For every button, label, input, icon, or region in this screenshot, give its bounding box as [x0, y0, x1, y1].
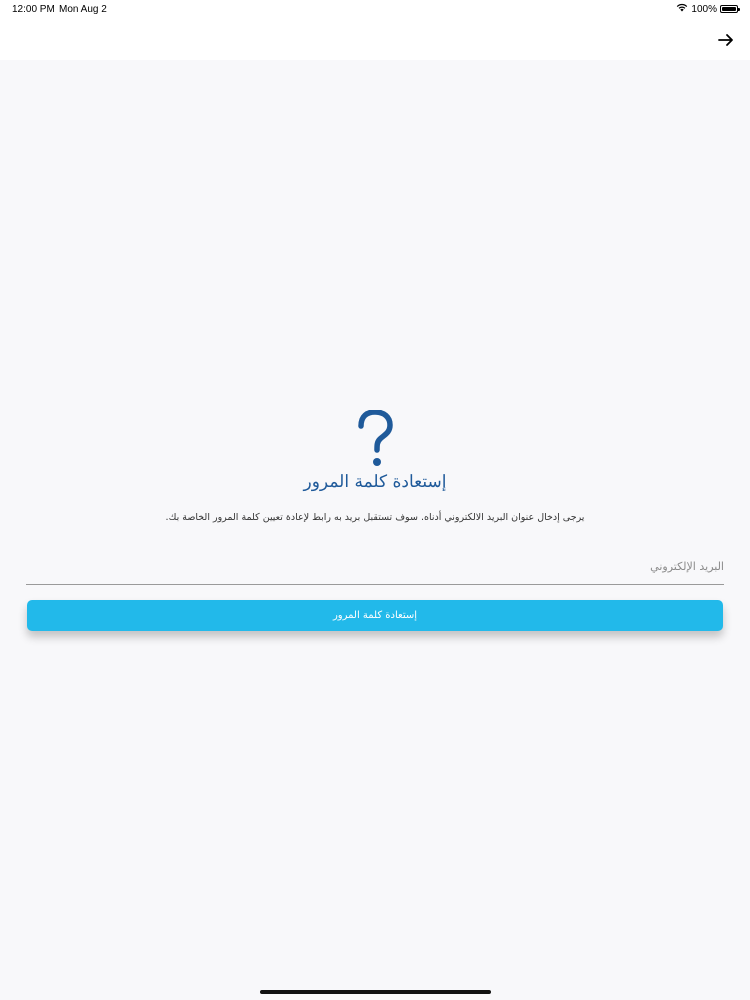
navigation-bar	[0, 20, 750, 60]
reset-password-content: إستعادة كلمة المرور يرجى إدخال عنوان الب…	[0, 60, 750, 1000]
status-time: 12:00 PM	[12, 4, 55, 15]
email-field-container	[26, 548, 724, 585]
status-bar: 12:00 PM Mon Aug 2 100%	[0, 0, 750, 20]
arrow-right-icon[interactable]	[714, 28, 738, 52]
home-indicator[interactable]	[260, 990, 491, 994]
status-date: Mon Aug 2	[59, 4, 107, 15]
email-field[interactable]	[26, 548, 724, 584]
battery-icon	[720, 5, 740, 13]
reset-password-button[interactable]: إستعادة كلمة المرور	[27, 600, 723, 631]
question-mark-icon	[355, 409, 395, 470]
wifi-icon	[676, 3, 688, 15]
instructions-text: يرجى إدخال عنوان البريد الالكتروني أدناه…	[165, 512, 585, 523]
page-title: إستعادة كلمة المرور	[303, 472, 447, 492]
status-indicators: 100%	[676, 3, 740, 15]
battery-percentage: 100%	[691, 3, 717, 15]
